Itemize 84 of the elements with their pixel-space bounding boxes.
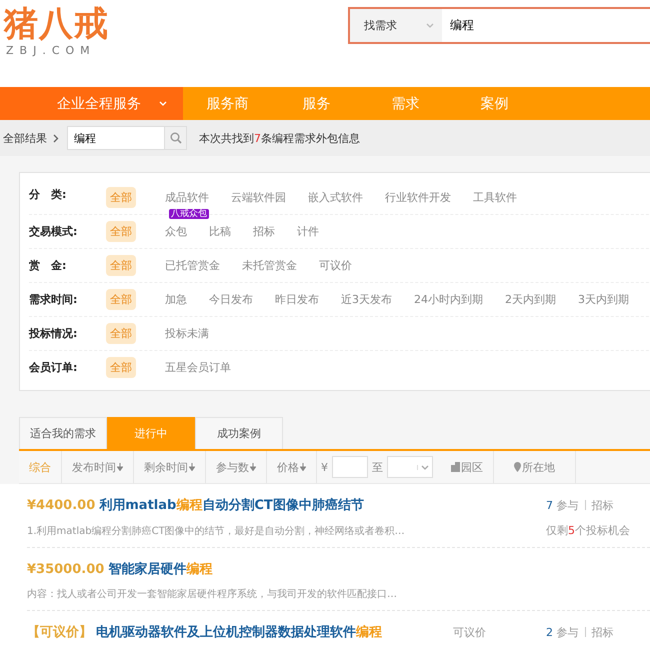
filter-option[interactable]: 全部 (106, 323, 136, 344)
logo-domain: ZBJ.COM (5, 44, 97, 57)
nav-item[interactable]: 服务 (272, 87, 361, 120)
filter-option[interactable]: 嵌入式软件 (308, 187, 363, 208)
listing-price: ¥35000.00 (27, 562, 104, 576)
filter-option[interactable]: 比稿 (209, 221, 231, 242)
currency-label: ¥ (320, 460, 329, 474)
down-arrow-icon (250, 463, 256, 471)
filter-option[interactable]: 全部 (106, 221, 136, 242)
sort-option[interactable]: 价格 (267, 451, 317, 483)
nav-item[interactable]: 企业全程服务 (0, 87, 183, 120)
filter-option[interactable]: 已托管赏金 (165, 255, 220, 276)
search-icon (170, 132, 182, 144)
listing-title[interactable]: 智能家居硬件编程 (108, 560, 212, 578)
filter-option[interactable]: 昨日发布 (275, 289, 319, 310)
filter-label: 需求时间: (29, 292, 78, 307)
tab[interactable]: 进行中 (107, 417, 195, 449)
caret-icon (421, 464, 429, 470)
filter-option[interactable]: 工具软件 (473, 187, 517, 208)
result-summary: 本次共找到7条编程需求外包信息 (199, 130, 360, 146)
filter-option[interactable]: 招标 (253, 221, 275, 242)
filter-label: 交易模式: (29, 224, 78, 239)
nav-item[interactable]: 服务商 (183, 87, 272, 120)
tab[interactable]: 适合我的需求 (19, 417, 107, 449)
filter-option[interactable]: 3天内到期 (578, 289, 629, 310)
search-scope-dropdown[interactable]: 找需求 (350, 9, 442, 42)
caret-icon (426, 23, 434, 28)
nav-item[interactable]: 需求 (361, 87, 450, 120)
listing-price: 【可议价】 (27, 624, 92, 641)
building-icon (451, 462, 460, 472)
filter-option[interactable]: 投标未满 (165, 323, 209, 344)
pin-icon (514, 462, 521, 472)
tag-badge: 八戒众包 (169, 209, 209, 219)
down-arrow-icon (300, 463, 306, 471)
filter-option[interactable]: 全部 (106, 289, 136, 310)
filter-option[interactable]: 众包 (165, 221, 187, 242)
filter-option[interactable]: 近3天发布 (341, 289, 392, 310)
nav-item[interactable]: 案例 (450, 87, 539, 120)
keyword-search-bar[interactable]: 编程 (67, 126, 187, 150)
filter-option[interactable]: 未托管赏金 (242, 255, 297, 276)
caret-icon (159, 101, 167, 106)
search-button[interactable] (164, 127, 186, 149)
logo[interactable]: 猪八戒 (4, 4, 109, 44)
sort-option[interactable]: 参与数 (206, 451, 267, 483)
filter-option[interactable]: 五星会员订单 (165, 357, 231, 378)
park-filter[interactable]: 园区 (441, 451, 494, 483)
breadcrumb-link[interactable]: 全部结果 (3, 130, 47, 146)
listing-description: 内容：找人或者公司开发一套智能家居硬件程序系统，与我司开发的软件匹配接口… (27, 588, 397, 601)
sort-option[interactable]: 发布时间 (62, 451, 134, 483)
filter-option[interactable]: 全部 (106, 187, 136, 208)
filter-option[interactable]: 24小时内到期 (414, 289, 483, 310)
sort-option[interactable]: 剩余时间 (134, 451, 206, 483)
listing-price: ¥4400.00 (27, 498, 96, 512)
chevron-icon (53, 134, 59, 142)
filter-label: 会员订单: (29, 360, 78, 375)
range-label: 至 (371, 460, 384, 474)
filter-label: 分 类: (29, 187, 68, 202)
filter-label: 投标情况: (29, 326, 78, 341)
filter-option[interactable]: 可议价 (319, 255, 352, 276)
filter-option[interactable]: 加急 (165, 289, 187, 310)
filter-option[interactable]: 行业软件开发 (385, 187, 451, 208)
min-price-field[interactable] (332, 456, 368, 478)
filter-option[interactable]: 2天内到期 (505, 289, 556, 310)
search-bar[interactable]: 找需求 编程 (348, 7, 650, 44)
filter-label: 赏 金: (29, 258, 68, 273)
filter-option[interactable]: 全部 (106, 255, 136, 276)
listing-description: 1.利用matlab编程分割肺癌CT图像中的结节，最好是自动分割，神经网络或者卷积… (27, 524, 405, 538)
down-arrow-icon (117, 463, 123, 471)
location-filter[interactable]: 所在地 (494, 451, 576, 483)
max-price-field[interactable] (387, 456, 433, 478)
sort-option[interactable]: 综合 (19, 451, 62, 483)
filter-option[interactable]: 云端软件园 (231, 187, 286, 208)
filter-option[interactable]: 今日发布 (209, 289, 253, 310)
filter-option[interactable]: 成品软件 (165, 187, 209, 208)
budget-text: 可议价 (453, 624, 486, 640)
remaining-bids: 仅剩5个投标机会 (546, 523, 631, 538)
participant-count: 2 参与 招标 (546, 624, 614, 640)
down-arrow-icon (189, 463, 195, 471)
tab[interactable]: 成功案例 (195, 417, 283, 449)
listing-title[interactable]: 利用matlab编程自动分割CT图像中肺癌结节 (99, 496, 364, 514)
filter-option[interactable]: 全部 (106, 357, 136, 378)
listing-title[interactable]: 电机驱动器软件及上位机控制器数据处理软件编程 (96, 623, 382, 641)
participant-count: 7 参与 招标 (546, 498, 614, 512)
filter-option[interactable]: 计件 (297, 221, 319, 242)
